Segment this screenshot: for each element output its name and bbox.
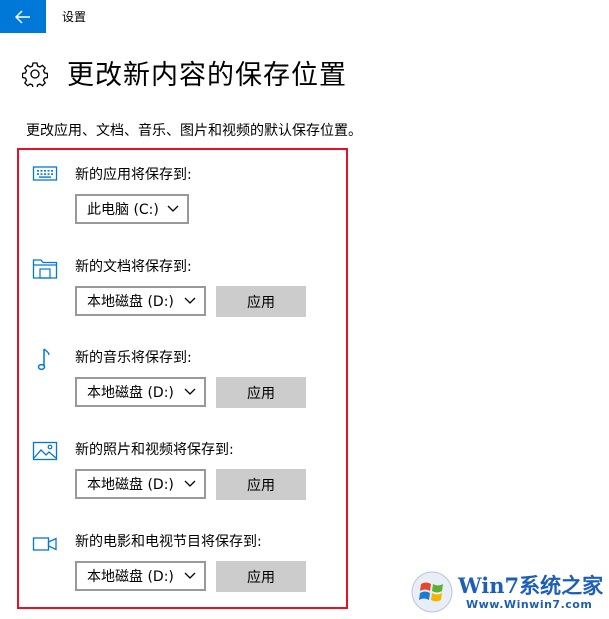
music-drive-dropdown[interactable]: 本地磁盘 (D:) <box>75 377 206 407</box>
movies-tv-apply-button[interactable]: 应用 <box>216 561 306 592</box>
music-save-label: 新的音乐将保存到: <box>75 350 192 366</box>
movies-tv-drive-dropdown[interactable]: 本地磁盘 (D:) <box>75 561 206 591</box>
photos-videos-save-label: 新的照片和视频将保存到: <box>75 442 234 458</box>
video-camera-icon <box>32 537 57 551</box>
chevron-down-icon <box>184 480 196 487</box>
apps-save-label: 新的应用将保存到: <box>75 167 192 183</box>
photos-videos-drive-dropdown[interactable]: 本地磁盘 (D:) <box>75 469 206 499</box>
gear-icon <box>22 62 48 87</box>
apps-drive-value: 此电脑 (C:) <box>87 202 159 218</box>
titlebar-fragment <box>205 0 217 3</box>
title-bar: 设置 <box>0 0 609 33</box>
monitor-icon <box>32 166 58 181</box>
titlebar-fragment <box>178 0 188 3</box>
titlebar-fragment <box>500 0 508 3</box>
photos-videos-drive-value: 本地磁盘 (D:) <box>87 477 174 493</box>
chevron-down-icon <box>184 572 196 579</box>
watermark-url: Www.Winwin7.com <box>466 598 593 611</box>
documents-drive-value: 本地磁盘 (D:) <box>87 294 174 310</box>
page-description: 更改应用、文档、音乐、图片和视频的默认保存位置。 <box>26 123 362 139</box>
documents-drive-dropdown[interactable]: 本地磁盘 (D:) <box>75 286 206 316</box>
music-drive-value: 本地磁盘 (D:) <box>87 385 174 401</box>
watermark-title: Win7系统之家 <box>458 573 604 598</box>
back-arrow-icon <box>15 9 30 24</box>
chevron-down-icon <box>184 297 196 304</box>
movies-tv-save-label: 新的电影和电视节目将保存到: <box>75 534 262 550</box>
documents-apply-button[interactable]: 应用 <box>216 286 306 317</box>
photos-videos-apply-button[interactable]: 应用 <box>216 469 306 500</box>
documents-save-label: 新的文档将保存到: <box>75 259 192 275</box>
page-title: 更改新内容的保存位置 <box>67 60 347 91</box>
picture-icon <box>32 441 58 461</box>
folder-icon <box>32 259 58 279</box>
music-apply-button[interactable]: 应用 <box>216 377 306 408</box>
window-title: 设置 <box>62 10 87 24</box>
chevron-down-icon <box>167 205 179 212</box>
chevron-down-icon <box>184 388 196 395</box>
windows-logo-icon <box>411 571 453 613</box>
site-watermark: Win7系统之家 Www.Winwin7.com <box>408 568 608 616</box>
music-note-icon <box>37 348 50 371</box>
movies-tv-drive-value: 本地磁盘 (D:) <box>87 569 174 585</box>
back-button[interactable] <box>0 0 46 33</box>
titlebar-fragment <box>258 0 268 3</box>
apps-drive-dropdown[interactable]: 此电脑 (C:) <box>75 194 189 224</box>
